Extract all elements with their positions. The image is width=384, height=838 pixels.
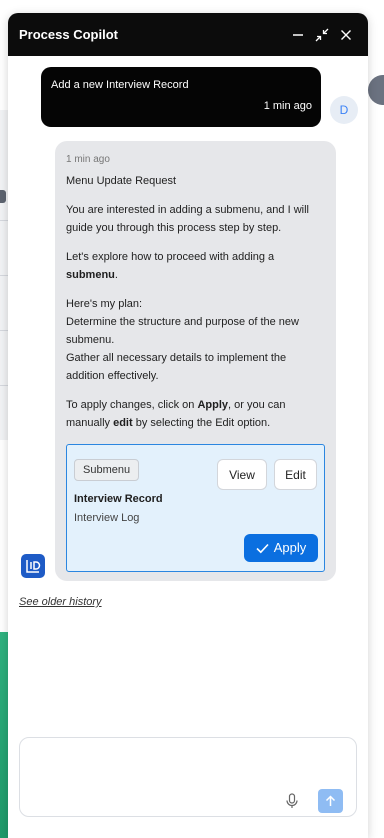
text-bold: edit xyxy=(113,417,133,429)
submenu-chip: Submenu xyxy=(74,459,140,481)
text-segment: by selecting the Edit option. xyxy=(132,417,271,429)
apply-button-label: Apply xyxy=(273,540,307,555)
user-message-time: 1 min ago xyxy=(263,100,312,112)
close-icon xyxy=(341,29,351,40)
assistant-paragraph: You are interested in adding a submenu, … xyxy=(66,204,309,234)
check-icon xyxy=(256,543,269,553)
message-input[interactable] xyxy=(30,746,330,776)
copilot-title: Process Copilot xyxy=(19,27,118,42)
minimize-icon xyxy=(293,33,303,36)
background-marker xyxy=(0,190,6,203)
collapse-icon xyxy=(315,28,329,41)
user-message-text: Add a new Interview Record xyxy=(51,79,189,91)
copilot-logo-avatar xyxy=(21,554,45,578)
submenu-card: Submenu View Edit Interview Record Inter… xyxy=(66,444,325,572)
apply-button[interactable]: Apply xyxy=(244,534,318,562)
see-older-history-link[interactable]: See older history xyxy=(19,596,102,608)
arrow-up-icon xyxy=(325,795,336,806)
close-button[interactable] xyxy=(335,24,357,46)
plan-step: Gather all necessary details to implemen… xyxy=(66,352,287,382)
minimize-button[interactable] xyxy=(287,24,309,46)
user-message-bubble: Add a new Interview Record 1 min ago xyxy=(41,67,321,127)
send-button[interactable] xyxy=(318,789,343,813)
text-segment: . xyxy=(114,269,118,281)
edit-button[interactable]: Edit xyxy=(274,459,317,490)
card-title: Interview Record xyxy=(74,493,163,505)
plan-step: Determine the structure and purpose of t… xyxy=(66,316,299,346)
view-button[interactable]: View xyxy=(217,459,267,490)
text-segment: To apply changes, click on xyxy=(66,399,198,411)
assistant-message-heading: Menu Update Request xyxy=(66,175,177,187)
assistant-plan: Here's my plan: Determine the structure … xyxy=(66,295,326,385)
copilot-panel: Process Copilot Add a new Interview Reco… xyxy=(8,13,368,838)
card-subtitle: Interview Log xyxy=(74,512,140,524)
microphone-icon xyxy=(286,793,298,808)
assistant-paragraph: Let's explore how to proceed with adding… xyxy=(66,248,326,284)
assistant-message-bubble: 1 min ago Menu Update Request You are in… xyxy=(55,141,336,581)
background-settings-tab xyxy=(368,75,384,105)
user-avatar: D xyxy=(330,96,358,124)
text-bold: Apply xyxy=(197,399,229,411)
microphone-button[interactable] xyxy=(284,791,300,811)
copilot-header: Process Copilot xyxy=(8,13,368,56)
plan-label: Here's my plan: xyxy=(66,298,143,310)
message-composer xyxy=(19,737,357,817)
assistant-apply-instructions: To apply changes, click on Apply, or you… xyxy=(66,396,326,432)
text-segment: Let's explore how to proceed with adding… xyxy=(66,251,275,263)
assistant-message-time: 1 min ago xyxy=(66,154,110,165)
text-bold: submenu xyxy=(66,269,115,281)
copilot-logo-icon xyxy=(26,560,41,573)
collapse-button[interactable] xyxy=(311,24,333,46)
